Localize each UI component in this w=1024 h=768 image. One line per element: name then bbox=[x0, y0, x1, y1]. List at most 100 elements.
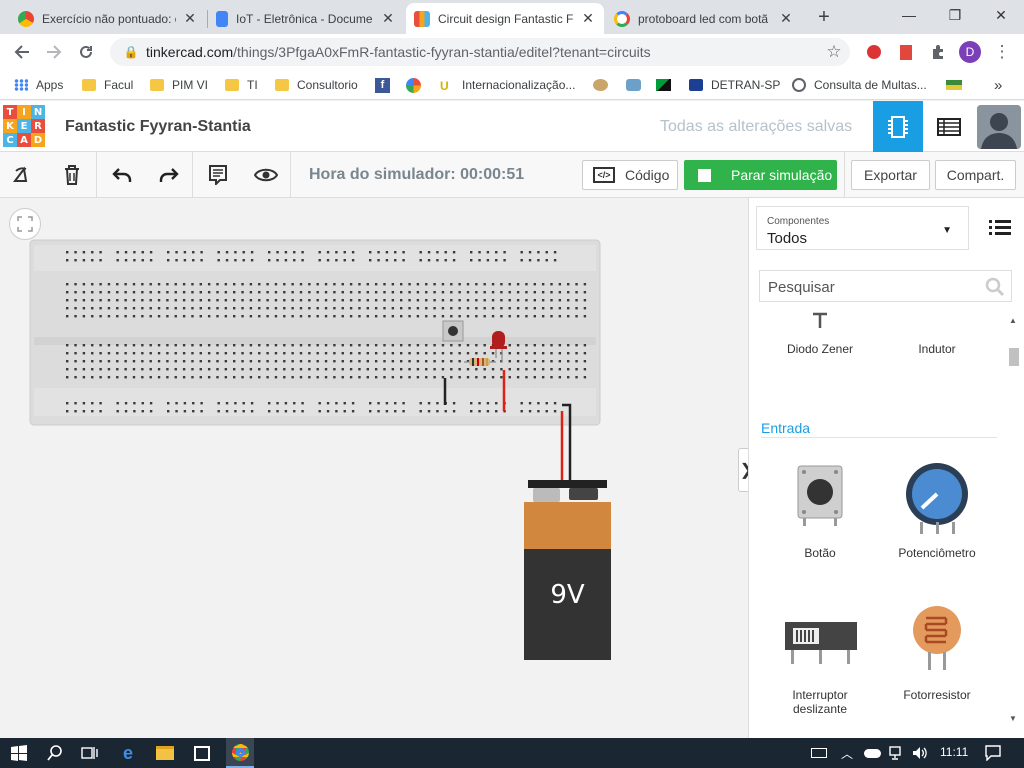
bookmark-facul[interactable]: Facul bbox=[82, 76, 133, 94]
pushbutton-component[interactable] bbox=[442, 320, 464, 342]
minimize-window-button[interactable]: — bbox=[886, 0, 932, 30]
bookmark-site[interactable] bbox=[626, 76, 649, 94]
bookmark-consultorio[interactable]: Consultorio bbox=[275, 76, 358, 94]
component-diodo-zener[interactable]: Diodo Zener bbox=[765, 312, 875, 362]
stop-simulation-button[interactable]: Parar simulação bbox=[684, 160, 837, 190]
onedrive-cloud-icon[interactable] bbox=[861, 742, 883, 764]
bookmark-star-icon[interactable]: ☆ bbox=[822, 40, 846, 64]
breadboard-hole bbox=[483, 315, 486, 318]
pdf-extension-icon[interactable] bbox=[894, 40, 918, 64]
task-view-icon[interactable] bbox=[79, 742, 101, 764]
bookmark-pim-vi[interactable]: PIM VI bbox=[150, 76, 208, 94]
panel-scrollbar[interactable]: ▲ ▼ bbox=[1007, 316, 1021, 726]
undo-icon[interactable] bbox=[108, 161, 136, 189]
component-fotorresistor[interactable]: Fotorresistor bbox=[882, 606, 992, 721]
browser-tab-active[interactable]: Circuit design Fantastic F ✕ bbox=[406, 3, 604, 34]
notes-icon[interactable] bbox=[204, 161, 232, 189]
code-button[interactable]: </> Código bbox=[582, 160, 678, 190]
component-category-dropdown[interactable]: Componentes Todos ▼ bbox=[756, 206, 969, 250]
chrome-taskbar-icon[interactable] bbox=[226, 738, 254, 768]
windows-start-icon[interactable] bbox=[8, 742, 30, 764]
bookmark-site[interactable] bbox=[656, 76, 679, 94]
scroll-up-arrow-icon[interactable]: ▲ bbox=[1009, 316, 1017, 325]
bookmark-consulta-multas[interactable]: Consulta de Multas... bbox=[792, 76, 927, 94]
show-hidden-icons-chevron-icon[interactable]: ︿ bbox=[836, 742, 858, 764]
keyboard-icon[interactable] bbox=[808, 742, 830, 764]
breadboard-hole bbox=[233, 283, 236, 286]
bookmark-site[interactable] bbox=[406, 76, 429, 94]
export-button[interactable]: Exportar bbox=[851, 160, 930, 190]
restore-window-button[interactable]: ❐ bbox=[932, 0, 978, 30]
more-bookmarks-button[interactable]: » bbox=[994, 76, 1002, 94]
trash-icon[interactable] bbox=[58, 161, 86, 189]
visibility-eye-icon[interactable] bbox=[252, 161, 280, 189]
search-input[interactable] bbox=[768, 277, 968, 297]
address-bar[interactable]: 🔒 tinkercad.com/things/3PfgaA0xFmR-fanta… bbox=[110, 38, 850, 66]
bookmark-ti[interactable]: TI bbox=[225, 76, 258, 94]
close-tab-icon[interactable]: ✕ bbox=[580, 10, 596, 27]
scrollbar-thumb[interactable] bbox=[1009, 348, 1019, 366]
user-avatar[interactable] bbox=[977, 105, 1021, 149]
new-tab-button[interactable]: + bbox=[812, 4, 836, 30]
browser-tab[interactable]: Exercício não pontuado: c ✕ bbox=[10, 3, 206, 34]
back-arrow-icon[interactable] bbox=[10, 40, 34, 64]
bookmark-internacionalizacao[interactable]: U Internacionalização... bbox=[440, 76, 575, 94]
search-icon[interactable] bbox=[44, 742, 66, 764]
action-center-notification-icon[interactable] bbox=[982, 742, 1004, 764]
close-tab-icon[interactable]: ✕ bbox=[380, 10, 396, 27]
breadboard-power-rail-top bbox=[34, 245, 596, 271]
breadboard-hole bbox=[91, 315, 94, 318]
component-indutor[interactable]: Indutor bbox=[882, 312, 992, 362]
redo-icon[interactable] bbox=[155, 161, 183, 189]
forward-arrow-icon[interactable] bbox=[42, 40, 66, 64]
close-tab-icon[interactable]: ✕ bbox=[778, 10, 794, 27]
design-title[interactable]: Fantastic Fyyran-Stantia bbox=[65, 118, 251, 136]
profile-avatar[interactable]: D bbox=[958, 40, 982, 64]
bookmark-site[interactable] bbox=[593, 76, 616, 94]
breadboard-hole bbox=[369, 251, 372, 254]
bookmark-facebook[interactable]: f bbox=[375, 76, 398, 94]
bookmark-site[interactable] bbox=[946, 76, 970, 94]
close-window-button[interactable]: ✕ bbox=[978, 0, 1024, 30]
breadboard-hole bbox=[491, 283, 495, 286]
taskbar-clock[interactable]: 11:11 bbox=[940, 745, 968, 759]
list-view-toggle[interactable] bbox=[987, 216, 1013, 238]
breadboard-hole bbox=[425, 315, 428, 318]
breadboard-hole bbox=[291, 315, 294, 318]
extensions-puzzle-icon[interactable] bbox=[926, 40, 950, 64]
scroll-down-arrow-icon[interactable]: ▼ bbox=[1009, 714, 1017, 723]
close-tab-icon[interactable]: ✕ bbox=[182, 10, 198, 27]
component-botao[interactable]: Botão bbox=[765, 460, 875, 565]
bookmark-detran-sp[interactable]: DETRAN-SP bbox=[689, 76, 780, 94]
store-bag-icon[interactable] bbox=[191, 742, 213, 764]
component-potenciometro[interactable]: Potenciômetro bbox=[882, 460, 992, 565]
workplane-canvas[interactable]: 9V ❯ bbox=[0, 198, 754, 738]
bookmark-apps[interactable]: Apps bbox=[14, 76, 63, 94]
share-button[interactable]: Compart. bbox=[935, 160, 1016, 190]
file-explorer-icon[interactable] bbox=[154, 742, 176, 764]
component-interruptor-deslizante[interactable]: Interruptor deslizante bbox=[765, 606, 875, 721]
battery-9v-component[interactable] bbox=[524, 480, 611, 660]
browser-tab[interactable]: IoT - Eletrônica - Docume ✕ bbox=[208, 3, 404, 34]
reload-icon[interactable] bbox=[74, 40, 98, 64]
breadboard-hole bbox=[366, 360, 369, 363]
browser-tab[interactable]: protoboard led com botã ✕ bbox=[606, 3, 802, 34]
breadboard-hole bbox=[116, 368, 119, 371]
rotate-icon[interactable] bbox=[10, 161, 38, 189]
component-list-view-button[interactable] bbox=[926, 101, 972, 152]
edge-browser-icon[interactable]: e bbox=[117, 742, 139, 764]
chrome-menu-icon[interactable]: ⋮ bbox=[990, 40, 1014, 64]
breadboard-hole bbox=[408, 291, 411, 294]
component-search[interactable] bbox=[759, 270, 1012, 302]
breadboard-hole bbox=[400, 299, 403, 302]
search-icon[interactable] bbox=[985, 277, 1005, 297]
circuit-view-button[interactable] bbox=[873, 101, 923, 152]
breadboard-hole bbox=[308, 291, 311, 294]
extension-red-icon[interactable] bbox=[862, 40, 886, 64]
breadboard-hole bbox=[316, 315, 319, 318]
volume-speaker-icon[interactable] bbox=[909, 742, 931, 764]
breadboard-hole bbox=[553, 410, 557, 413]
network-icon[interactable] bbox=[886, 742, 908, 764]
breadboard-hole bbox=[241, 360, 244, 363]
tinkercad-logo[interactable]: T I N K E R C A D bbox=[3, 105, 45, 147]
